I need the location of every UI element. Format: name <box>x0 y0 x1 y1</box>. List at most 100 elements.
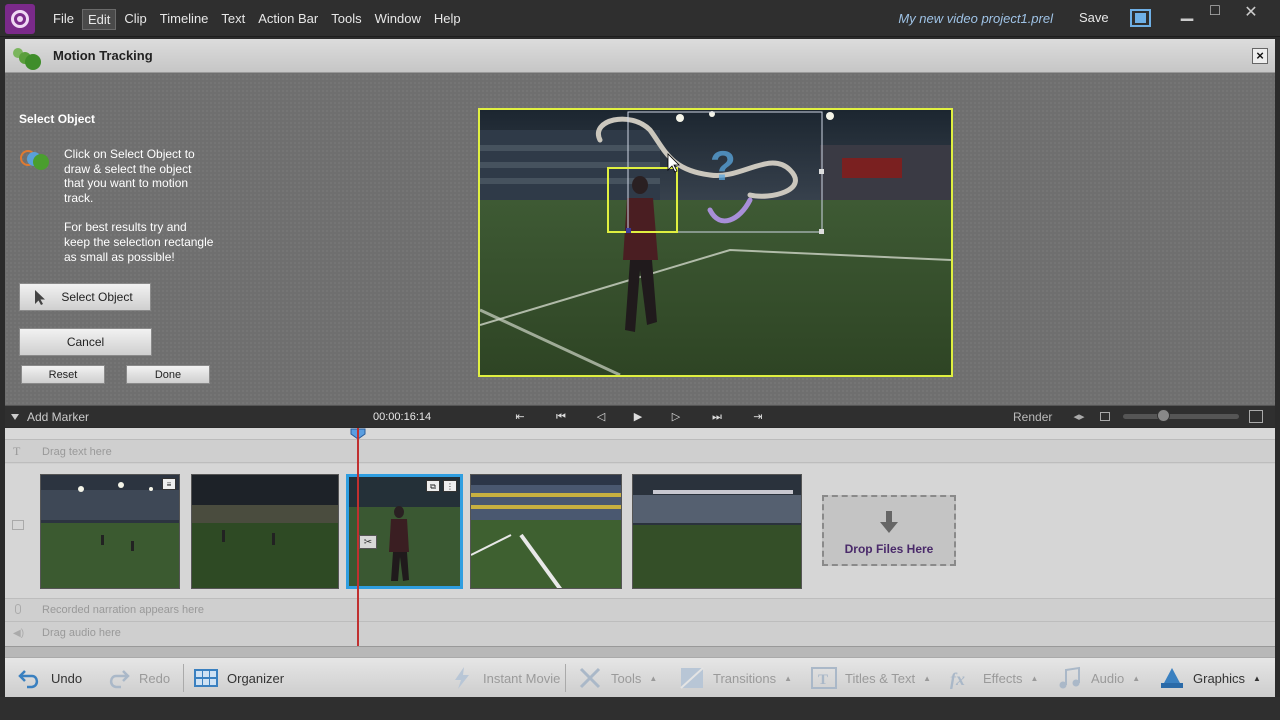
redo-button[interactable]: Redo <box>105 658 170 698</box>
zoom-slider-thumb[interactable] <box>1157 409 1170 422</box>
menu-file[interactable]: File <box>48 9 79 30</box>
text-track[interactable]: T Drag text here <box>5 440 1275 463</box>
pointer-icon <box>35 290 45 305</box>
menu-tools[interactable]: Tools <box>326 9 366 30</box>
step-back-button[interactable]: ◁ <box>593 409 609 425</box>
zoom-out-icon[interactable] <box>1100 412 1110 421</box>
save-button[interactable]: Save <box>1079 10 1109 25</box>
timeline-ruler[interactable] <box>5 428 1275 440</box>
close-panel-button[interactable]: × <box>1252 48 1268 64</box>
narration-track[interactable]: Recorded narration appears here <box>5 599 1275 622</box>
app-logo-icon[interactable] <box>5 4 35 34</box>
svg-text:fx: fx <box>950 669 965 689</box>
drop-files-label: Drop Files Here <box>844 542 934 556</box>
video-preview[interactable]: ? <box>478 108 953 377</box>
film-icon <box>12 520 24 530</box>
organizer-grid-icon <box>194 669 218 687</box>
svg-text:T: T <box>818 672 828 688</box>
audio-label: Audio <box>1091 670 1125 686</box>
instructions-text: Click on Select Object to draw & select … <box>64 147 214 271</box>
clip-menu-icon[interactable]: ⋮ <box>443 480 457 492</box>
play-button[interactable]: ▶ <box>630 409 646 425</box>
effects-button[interactable]: fx Effects ▲ <box>949 658 1038 698</box>
select-object-button[interactable]: Select Object <box>19 283 151 311</box>
speaker-icon: ◀) <box>13 628 25 639</box>
audio-button[interactable]: Audio ▲ <box>1057 658 1140 698</box>
video-clip-3-selected[interactable]: ⧉ ⋮ ✂ <box>346 474 463 589</box>
graphics-button[interactable]: Graphics ▲ <box>1159 658 1261 698</box>
graphics-label: Graphics <box>1193 670 1246 686</box>
instant-movie-button[interactable]: Instant Movie <box>449 658 560 698</box>
redo-label: Redo <box>139 670 171 686</box>
menu-help[interactable]: Help <box>429 9 466 30</box>
organizer-button[interactable]: Organizer <box>193 658 284 698</box>
select-object-label: Select Object <box>61 290 133 304</box>
redo-icon <box>109 670 130 689</box>
fx-icon: fx <box>950 669 965 689</box>
transitions-button[interactable]: Transitions ▲ <box>679 658 792 698</box>
done-button[interactable]: Done <box>126 365 210 384</box>
instruction-1: Click on Select Object to draw & select … <box>64 147 195 205</box>
audio-track[interactable]: ◀) Drag audio here <box>5 622 1275 646</box>
menu-bar: File Edit Clip Timeline Text Action Bar … <box>0 0 1280 37</box>
menu-window[interactable]: Window <box>370 9 426 30</box>
chevron-down-icon <box>11 414 19 420</box>
titles-text-button[interactable]: T Titles & Text ▲ <box>811 658 931 698</box>
main-menu: File Edit Clip Timeline Text Action Bar … <box>48 9 469 30</box>
microphone-icon <box>15 604 21 614</box>
caret-up-icon: ▲ <box>1132 673 1141 683</box>
preview-frame: ? <box>480 110 951 375</box>
zoom-in-icon[interactable] <box>1249 410 1263 423</box>
clip-duplicate-icon[interactable]: ⧉ <box>426 480 440 492</box>
video-clip-1[interactable]: ≡ <box>40 474 180 589</box>
titles-icon: T <box>811 667 837 689</box>
menu-timeline[interactable]: Timeline <box>155 9 214 30</box>
video-clip-2[interactable] <box>191 474 339 589</box>
timeline: T Drag text here ≡ ⧉ ⋮ ✂ Drop Files Here… <box>5 428 1275 646</box>
next-edit-button[interactable]: ⏭ <box>709 409 725 425</box>
tools-button[interactable]: Tools ▲ <box>577 658 657 698</box>
add-marker-label: Add Marker <box>27 410 90 424</box>
undo-button[interactable]: Undo <box>17 658 82 698</box>
render-button[interactable]: Render <box>1013 410 1052 424</box>
graphics-icon <box>1161 668 1183 688</box>
drop-files-zone[interactable]: Drop Files Here <box>822 495 956 566</box>
fit-timeline-icon[interactable]: ◂▸ <box>1071 409 1087 425</box>
narration-track-label: Recorded narration appears here <box>42 604 205 616</box>
minimize-button[interactable]: ▁ <box>1172 2 1202 22</box>
menu-clip[interactable]: Clip <box>119 9 151 30</box>
timeline-scrollbar[interactable] <box>5 646 1275 657</box>
select-object-heading: Select Object <box>19 112 96 126</box>
video-track[interactable]: ≡ ⧉ ⋮ ✂ Drop Files Here <box>5 464 1275 599</box>
playhead[interactable] <box>357 428 359 646</box>
cancel-button[interactable]: Cancel <box>19 328 152 356</box>
step-forward-button[interactable]: ▷ <box>668 409 684 425</box>
scissors-icon[interactable]: ✂ <box>359 535 377 549</box>
menu-text[interactable]: Text <box>216 9 250 30</box>
transitions-label: Transitions <box>713 670 777 686</box>
maximize-button[interactable]: □ <box>1200 2 1230 22</box>
video-clip-4[interactable] <box>470 474 622 589</box>
arrow-down-icon <box>880 511 898 533</box>
music-note-icon <box>1059 666 1080 689</box>
caret-up-icon: ▲ <box>923 673 931 683</box>
go-to-start-button[interactable]: ⇤ <box>512 409 528 425</box>
caret-up-icon: ▲ <box>1030 673 1039 683</box>
audio-track-label: Drag audio here <box>42 627 121 639</box>
menu-edit[interactable]: Edit <box>81 9 117 30</box>
video-clip-5[interactable] <box>632 474 802 589</box>
panel-title: Motion Tracking <box>53 48 153 63</box>
clip-adjustments-icon[interactable]: ≡ <box>162 478 176 490</box>
go-to-end-button[interactable]: ⇥ <box>750 409 766 425</box>
zoom-slider[interactable] <box>1123 414 1239 419</box>
motion-tracking-header: Motion Tracking × <box>5 39 1275 73</box>
reset-button[interactable]: Reset <box>21 365 105 384</box>
fullscreen-icon[interactable] <box>1130 9 1151 27</box>
add-marker-button[interactable]: Add Marker <box>11 410 89 424</box>
motion-track-info-icon <box>20 150 49 170</box>
close-window-button[interactable]: ✕ <box>1236 2 1266 22</box>
text-track-icon: T <box>13 444 21 458</box>
menu-action-bar[interactable]: Action Bar <box>253 9 323 30</box>
previous-edit-button[interactable]: ⏮ <box>553 409 569 425</box>
svg-text:?: ? <box>710 142 736 189</box>
